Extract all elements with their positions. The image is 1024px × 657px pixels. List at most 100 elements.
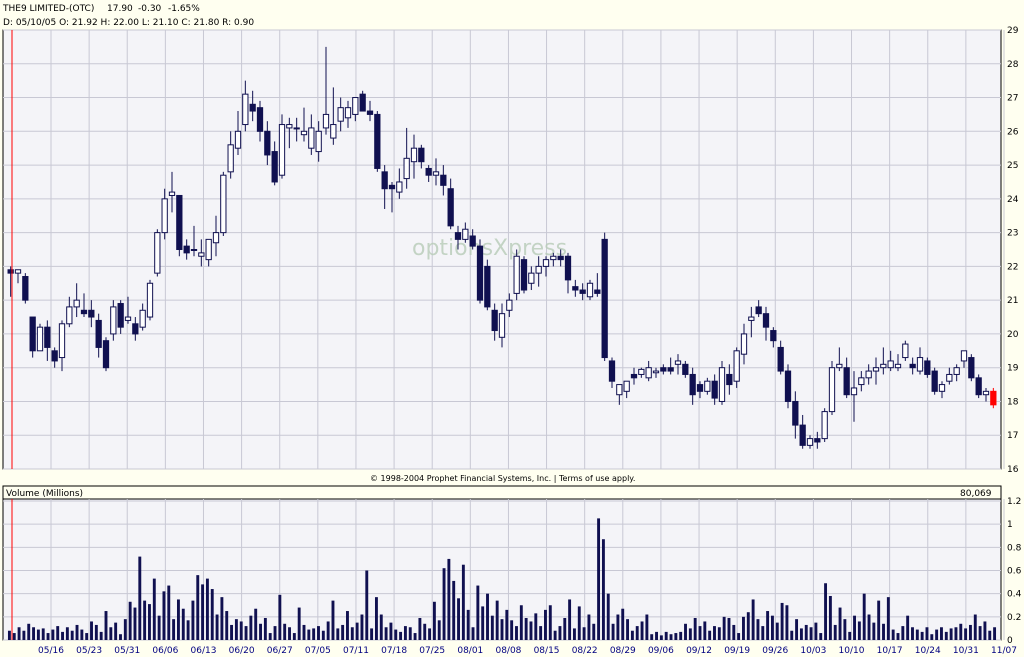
candle-body [550, 255, 557, 261]
date-tick-label: 05/31 [114, 646, 140, 656]
volume-bar [268, 633, 272, 640]
date-tick-label: 08/15 [534, 646, 560, 656]
price-tick-label: 23 [1007, 229, 1018, 239]
volume-tick-label: 1 [1007, 520, 1013, 530]
volume-bar [761, 626, 765, 640]
candle-body [616, 384, 623, 396]
volume-bar [176, 599, 180, 640]
volume-bar [288, 627, 291, 640]
volume-bar [630, 630, 634, 640]
candle-body [7, 269, 14, 274]
date-tick-label: 10/24 [915, 646, 941, 656]
date-tick-label: 06/20 [229, 646, 255, 656]
price-change-pct: -1.65% [168, 4, 200, 14]
volume-bar [317, 626, 320, 640]
volume-bar [307, 629, 311, 640]
candle-body [682, 363, 689, 375]
volume-bar [80, 629, 84, 640]
volume-bar [162, 591, 166, 640]
date-tick-label: 10/10 [839, 646, 865, 656]
volume-bar [640, 621, 644, 640]
date-tick-label: 09/12 [686, 646, 712, 656]
volume-bar [259, 623, 262, 640]
price-tick-label: 26 [1007, 127, 1019, 137]
candle-body [733, 350, 740, 382]
candle-body [718, 367, 726, 402]
volume-bar [539, 626, 543, 640]
volume-bar [524, 617, 528, 640]
candle-body [806, 438, 814, 446]
volume-bar [22, 630, 26, 640]
volume-bar [577, 606, 581, 640]
volume-bar [461, 564, 465, 640]
volume-bar [234, 619, 238, 640]
volume-bar [510, 620, 514, 640]
candle-body [80, 309, 88, 315]
volume-bar [133, 607, 137, 640]
volume-bar [476, 585, 480, 640]
volume-bar [94, 624, 98, 640]
volume-bar [877, 600, 881, 640]
candle-body [696, 384, 704, 392]
candle-body [880, 363, 887, 369]
volume-bar [186, 620, 190, 640]
price-tick-label: 18 [1007, 397, 1019, 407]
volume-bar [775, 622, 779, 640]
volume-bar [292, 633, 296, 640]
candle-body [256, 107, 264, 132]
volume-bar [109, 627, 113, 640]
volume-bar [336, 628, 340, 640]
volume-bar [746, 612, 750, 640]
volume-bar [181, 608, 185, 640]
volume-bar [688, 628, 692, 640]
volume-bar [601, 539, 605, 640]
candle-body [73, 299, 80, 308]
volume-bar [56, 626, 60, 640]
volume-bar [693, 617, 697, 640]
volume-bar [968, 624, 972, 640]
candle-body [418, 147, 425, 163]
candle-body [264, 130, 271, 156]
volume-bar [515, 626, 518, 640]
date-tick-label: 07/18 [381, 646, 407, 656]
volume-bar [770, 615, 774, 640]
volume-bar [408, 627, 412, 640]
date-tick-label: 08/08 [495, 646, 521, 656]
volume-bar [326, 621, 330, 640]
volume-bar [302, 624, 306, 640]
volume-bar [988, 630, 992, 640]
volume-bar [606, 593, 610, 640]
volume-bar [824, 583, 828, 640]
last-price: 17.90 [107, 4, 133, 14]
candle-body [608, 360, 616, 382]
volume-bar [119, 634, 122, 640]
candle-body [198, 252, 205, 257]
date-tick-label: 08/01 [457, 646, 483, 656]
volume-bar [655, 631, 658, 640]
price-tick-label: 28 [1007, 60, 1019, 70]
volume-bar [346, 611, 349, 640]
volume-bar [828, 595, 832, 640]
candle-body [95, 319, 102, 348]
candle-body [484, 265, 491, 308]
candle-body [410, 147, 418, 163]
price-tick-label: 29 [1007, 26, 1019, 36]
candle-body [630, 373, 638, 379]
candle-body [278, 124, 286, 176]
volume-bar [205, 578, 209, 640]
price-tick-label: 19 [1007, 364, 1019, 374]
volume-bar [413, 633, 417, 640]
candle-body [814, 438, 821, 443]
candle-body [212, 232, 220, 244]
candle-body [968, 357, 975, 379]
date-tick-label: 05/16 [38, 646, 64, 656]
volume-bar [780, 602, 784, 640]
candle-body [308, 127, 315, 149]
candle-body [946, 373, 953, 382]
volume-bar [104, 611, 108, 640]
candle-body [154, 232, 161, 274]
copyright-text[interactable]: © 1998-2004 Prophet Financial Systems, I… [370, 474, 635, 483]
volume-bar [862, 593, 866, 640]
candle-body [117, 303, 124, 328]
volume-bar [766, 611, 770, 640]
